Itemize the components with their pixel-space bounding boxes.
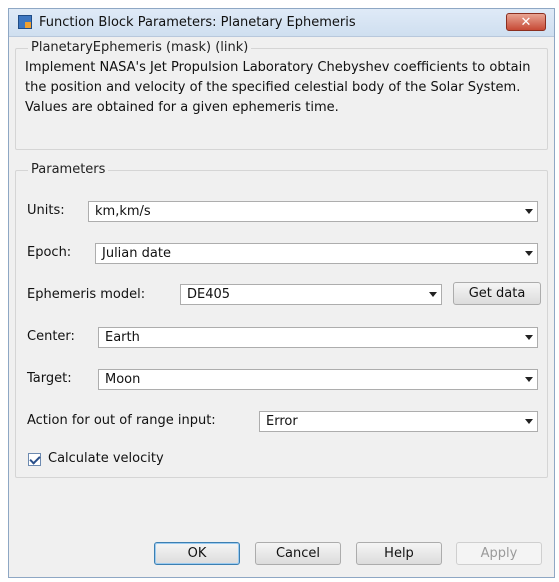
calculate-velocity-label[interactable]: Calculate velocity	[48, 451, 164, 466]
target-dropdown[interactable]: Moon	[98, 369, 538, 390]
parameters-group: Parameters Units: km,km/s Epoch: Julian …	[15, 162, 548, 478]
ok-button[interactable]: OK	[154, 542, 240, 565]
center-value: Earth	[105, 330, 140, 345]
ephemeris-model-label: Ephemeris model:	[27, 287, 146, 302]
units-dropdown[interactable]: km,km/s	[88, 201, 538, 222]
mask-description-group: PlanetaryEphemeris (mask) (link) Impleme…	[15, 40, 548, 150]
out-of-range-dropdown[interactable]: Error	[259, 411, 538, 432]
center-dropdown[interactable]: Earth	[98, 327, 538, 348]
simulink-block-icon	[18, 15, 32, 29]
apply-button[interactable]: Apply	[456, 542, 542, 565]
get-data-button[interactable]: Get data	[453, 282, 541, 305]
out-of-range-value: Error	[266, 414, 298, 429]
block-description: Implement NASA's Jet Propulsion Laborato…	[25, 60, 531, 115]
window-title: Function Block Parameters: Planetary Eph…	[39, 15, 356, 30]
chevron-down-icon	[429, 292, 437, 297]
chevron-down-icon	[525, 209, 533, 214]
ephemeris-model-value: DE405	[187, 287, 231, 302]
epoch-value: Julian date	[102, 246, 171, 261]
epoch-label: Epoch:	[27, 245, 72, 260]
chevron-down-icon	[525, 251, 533, 256]
chevron-down-icon	[525, 335, 533, 340]
parameters-group-title: Parameters	[28, 162, 109, 177]
mask-group-title: PlanetaryEphemeris (mask) (link)	[28, 40, 252, 55]
target-label: Target:	[27, 371, 72, 386]
ephemeris-model-dropdown[interactable]: DE405	[180, 284, 442, 305]
epoch-dropdown[interactable]: Julian date	[95, 243, 538, 264]
title-bar[interactable]: Function Block Parameters: Planetary Eph…	[9, 9, 554, 37]
units-label: Units:	[27, 203, 65, 218]
chevron-down-icon	[525, 377, 533, 382]
help-button[interactable]: Help	[356, 542, 442, 565]
out-of-range-label: Action for out of range input:	[27, 413, 216, 428]
checkmark-icon	[29, 453, 41, 465]
dialog-window: Function Block Parameters: Planetary Eph…	[8, 8, 555, 578]
close-button[interactable]: ✕	[506, 13, 546, 31]
target-value: Moon	[105, 372, 141, 387]
chevron-down-icon	[525, 419, 533, 424]
units-value: km,km/s	[95, 204, 151, 219]
center-label: Center:	[27, 329, 75, 344]
calculate-velocity-checkbox[interactable]	[28, 453, 41, 466]
cancel-button[interactable]: Cancel	[255, 542, 341, 565]
